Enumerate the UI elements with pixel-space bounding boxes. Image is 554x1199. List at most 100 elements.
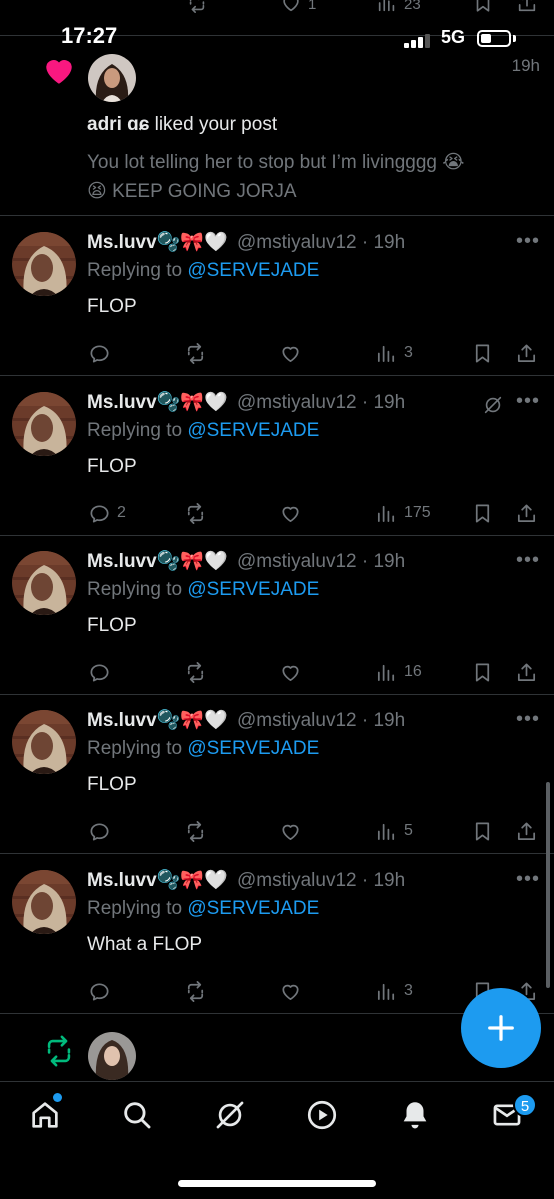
bookmark-button[interactable] — [471, 340, 494, 366]
avatar[interactable] — [12, 870, 76, 934]
avatar[interactable] — [12, 551, 76, 615]
like-button[interactable] — [279, 500, 302, 526]
views-button[interactable]: 3 — [375, 978, 413, 1004]
retweet-button[interactable] — [184, 340, 207, 366]
retweet-button[interactable] — [184, 818, 207, 844]
reply-button[interactable] — [88, 340, 117, 366]
more-icon[interactable]: ••• — [516, 549, 540, 572]
like-icon[interactable] — [280, 0, 302, 18]
more-icon[interactable]: ••• — [516, 708, 540, 731]
liked-post-line: You lot telling her to stop but I’m livi… — [87, 152, 465, 173]
retweet-icon — [42, 1034, 76, 1068]
reply-icon — [88, 980, 111, 1003]
like-icon — [279, 661, 302, 684]
views-button[interactable]: 175 — [375, 500, 431, 526]
like-button[interactable] — [279, 659, 302, 685]
more-icon[interactable]: ••• — [516, 868, 540, 891]
bookmark-button[interactable] — [471, 659, 494, 685]
display-name[interactable]: Ms.luvv — [87, 551, 157, 572]
reply-icon — [88, 502, 111, 525]
like-button[interactable] — [279, 340, 302, 366]
liked-post-preview[interactable]: You lot telling her to stop but I’m livi… — [87, 148, 527, 206]
replying-to: Replying to @SERVEJADE — [87, 260, 319, 282]
reply-tweet[interactable]: Ms.luvv🫧🎀🤍 @mstiyaluv12 · 19h ••• Replyi… — [0, 376, 554, 536]
share-button[interactable] — [515, 818, 538, 844]
notifications-icon — [403, 1102, 427, 1129]
avatar[interactable] — [12, 232, 76, 296]
notification-time: 19h — [511, 56, 540, 75]
tweet-header: Ms.luvv🫧🎀🤍 @mstiyaluv12 · 19h — [87, 390, 405, 414]
tab-grok[interactable] — [213, 1098, 247, 1132]
mention-link[interactable]: @SERVEJADE — [187, 420, 319, 441]
share-button[interactable] — [515, 500, 538, 526]
more-icon[interactable]: ••• — [516, 390, 540, 413]
handle-and-time: @mstiyaluv12 · 19h — [236, 710, 406, 731]
reply-button[interactable] — [88, 978, 117, 1004]
mention-link[interactable]: @SERVEJADE — [187, 579, 319, 600]
views-button[interactable]: 3 — [375, 340, 413, 366]
like-button[interactable] — [279, 818, 302, 844]
display-name[interactable]: Ms.luvv — [87, 232, 157, 253]
scrollbar[interactable] — [546, 782, 550, 988]
reply-tweet[interactable]: Ms.luvv🫧🎀🤍 @mstiyaluv12 · 19h ••• Replyi… — [0, 694, 554, 854]
reply-button[interactable]: 2 — [88, 500, 126, 526]
display-name[interactable]: Ms.luvv — [87, 392, 157, 413]
video-icon — [307, 1100, 337, 1130]
bookmark-button[interactable] — [471, 818, 494, 844]
search-icon — [124, 1102, 151, 1129]
avatar[interactable] — [12, 392, 76, 456]
reply-button[interactable] — [88, 818, 117, 844]
tweet-text: What a FLOP — [87, 934, 203, 955]
share-button[interactable] — [515, 340, 538, 366]
avatar[interactable] — [88, 1032, 136, 1080]
replying-to-label: Replying to — [87, 260, 188, 281]
view-count: 175 — [404, 504, 431, 521]
reply-tweet[interactable]: Ms.luvv🫧🎀🤍 @mstiyaluv12 · 19h ••• Replyi… — [0, 854, 554, 1014]
handle-and-time: @mstiyaluv12 · 19h — [236, 392, 406, 413]
like-notification[interactable]: 19h adri ɑɕ liked your post You lot tell… — [0, 36, 554, 216]
share-button[interactable] — [515, 659, 538, 685]
view-count: 16 — [404, 663, 422, 680]
like-button[interactable] — [279, 978, 302, 1004]
tab-notifications[interactable] — [398, 1098, 432, 1132]
grok-icon[interactable] — [482, 394, 504, 416]
like-icon — [279, 502, 302, 525]
mention-link[interactable]: @SERVEJADE — [187, 898, 319, 919]
compose-icon — [488, 1015, 514, 1041]
retweet-icon — [184, 661, 207, 684]
reply-button[interactable] — [88, 659, 117, 685]
tab-video[interactable] — [305, 1098, 339, 1132]
bookmark-button[interactable] — [471, 500, 494, 526]
replying-to-label: Replying to — [87, 420, 188, 441]
compose-button[interactable] — [461, 988, 541, 1068]
retweet-button[interactable] — [184, 659, 207, 685]
mention-link[interactable]: @SERVEJADE — [187, 260, 319, 281]
views-icon[interactable] — [376, 0, 398, 18]
reply-tweet[interactable]: Ms.luvv🫧🎀🤍 @mstiyaluv12 · 19h ••• Replyi… — [0, 535, 554, 695]
replying-to: Replying to @SERVEJADE — [87, 898, 319, 920]
avatar[interactable] — [88, 54, 136, 102]
reply-icon — [88, 342, 111, 365]
retweet-button[interactable] — [184, 500, 207, 526]
view-count: 5 — [404, 822, 413, 839]
tab-search[interactable] — [120, 1098, 154, 1132]
tweet-text: FLOP — [87, 296, 137, 317]
retweet-icon[interactable] — [186, 0, 208, 18]
more-icon[interactable]: ••• — [516, 230, 540, 253]
avatar[interactable] — [12, 710, 76, 774]
views-button[interactable]: 5 — [375, 818, 413, 844]
tab-home[interactable] — [28, 1098, 62, 1132]
tweet-actions: 16 — [0, 659, 554, 687]
share-icon[interactable] — [516, 0, 538, 18]
mention-link[interactable]: @SERVEJADE — [187, 738, 319, 759]
tweet-actions: 2 175 — [0, 500, 554, 528]
display-name[interactable]: Ms.luvv — [87, 710, 157, 731]
retweet-button[interactable] — [184, 978, 207, 1004]
retweet-icon — [184, 980, 207, 1003]
views-button[interactable]: 16 — [375, 659, 422, 685]
display-name[interactable]: Ms.luvv — [87, 870, 157, 891]
bookmark-icon[interactable] — [472, 0, 494, 18]
notification-user[interactable]: adri ɑɕ — [87, 114, 149, 135]
reply-tweet[interactable]: Ms.luvv🫧🎀🤍 @mstiyaluv12 · 19h ••• Replyi… — [0, 216, 554, 376]
home-indicator — [178, 1180, 376, 1187]
